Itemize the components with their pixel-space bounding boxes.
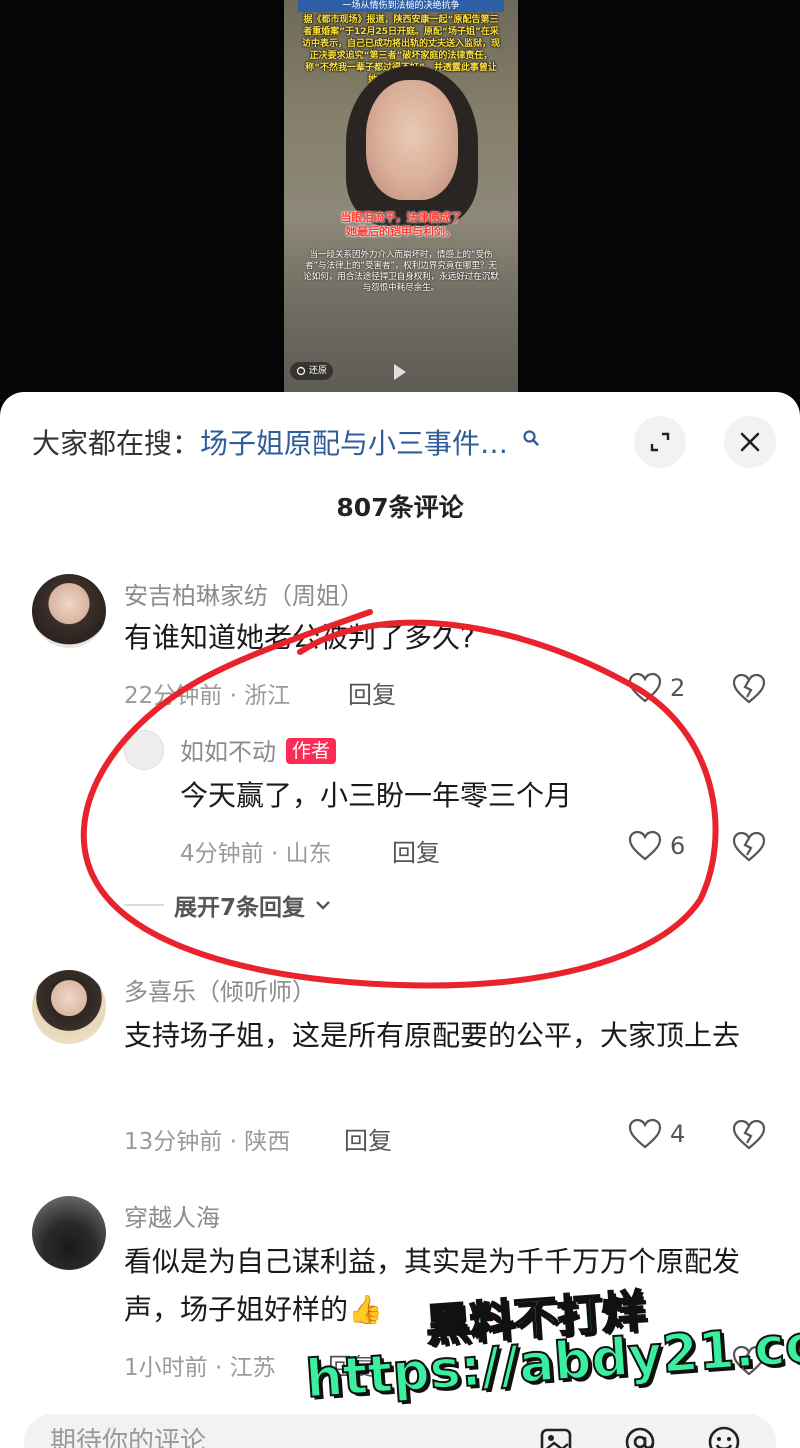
close-icon bbox=[740, 432, 760, 452]
search-suggestion-prefix: 大家都在搜： bbox=[32, 427, 201, 460]
comment-input[interactable] bbox=[50, 1424, 510, 1448]
like-count: 2 bbox=[670, 674, 686, 702]
broken-heart-icon[interactable] bbox=[732, 1118, 766, 1152]
comment-username[interactable]: 如如不动 作者 bbox=[180, 732, 337, 767]
comment-username[interactable]: 穿越人海 bbox=[124, 1198, 220, 1233]
broken-heart-icon[interactable] bbox=[732, 830, 766, 864]
like-button[interactable]: 4 bbox=[628, 1118, 685, 1150]
chevron-down-icon bbox=[316, 901, 330, 910]
reply-button[interactable]: 回复 bbox=[392, 833, 440, 868]
close-button[interactable] bbox=[724, 416, 776, 468]
expand-replies-button[interactable]: 展开7条回复 bbox=[124, 888, 331, 922]
reply-button[interactable]: 回复 bbox=[344, 1121, 392, 1156]
video-player[interactable]: 一场从情伤到法槌的决绝抗争 据《都市现场》报道，陕西安康一起“原配告第三者重婚案… bbox=[0, 0, 800, 400]
comment-meta: 13分钟前 · 陕西 bbox=[124, 1129, 291, 1155]
expand-button[interactable] bbox=[634, 416, 686, 468]
expand-icon bbox=[650, 432, 670, 452]
avatar[interactable] bbox=[32, 1196, 106, 1270]
comment-input-bar bbox=[24, 1414, 776, 1448]
video-description: 当一段关系因外力介入而崩坏时，情感上的“受伤者”与法律上的“受害者”，权利边界究… bbox=[303, 250, 499, 293]
video-slogan-line1: 当眼泪流干，法律便成了 bbox=[340, 211, 462, 224]
avatar[interactable] bbox=[32, 970, 106, 1044]
comment-meta: 4分钟前 · 山东 bbox=[180, 841, 332, 867]
comment-meta: 22分钟前 · 浙江 bbox=[124, 683, 291, 709]
like-count: 4 bbox=[670, 1120, 686, 1148]
like-count: 6 bbox=[670, 832, 686, 860]
comment-text: 有谁知道她老公被判了多久? bbox=[124, 621, 475, 654]
image-icon[interactable] bbox=[538, 1424, 574, 1448]
video-slogan: 当眼泪流干，法律便成了 她最后的铠甲与利剑。 bbox=[294, 211, 508, 239]
replay-button[interactable]: 还原 bbox=[290, 362, 334, 380]
replay-label: 还原 bbox=[309, 366, 328, 376]
expand-replies-label: 展开7条回复 bbox=[174, 895, 306, 921]
comment-username-text: 如如不动 bbox=[180, 738, 276, 766]
broken-heart-icon[interactable] bbox=[732, 672, 766, 706]
avatar[interactable] bbox=[124, 730, 164, 770]
emoji-icon[interactable] bbox=[706, 1424, 742, 1448]
comment-meta: 1小时前 · 江苏 bbox=[124, 1355, 276, 1381]
video-person-face bbox=[366, 80, 458, 200]
search-suggestion-query[interactable]: 场子姐原配与小三事件… bbox=[200, 422, 508, 462]
comment-username[interactable]: 多喜乐（倾听师） bbox=[124, 972, 316, 1007]
video-banner: 一场从情伤到法槌的决绝抗争 bbox=[298, 0, 504, 12]
like-button[interactable]: 6 bbox=[628, 830, 685, 862]
comment-count-title: 807条评论 bbox=[336, 493, 464, 522]
heart-icon bbox=[628, 1118, 662, 1149]
play-icon[interactable] bbox=[394, 364, 406, 380]
search-icon[interactable] bbox=[522, 429, 540, 447]
heart-icon bbox=[628, 672, 662, 703]
avatar[interactable] bbox=[32, 574, 106, 648]
heart-icon bbox=[628, 830, 662, 861]
at-icon[interactable] bbox=[622, 1424, 658, 1448]
author-badge: 作者 bbox=[286, 738, 337, 764]
search-suggestion[interactable]: 大家都在搜： 场子姐原配与小三事件… bbox=[32, 422, 540, 462]
like-button[interactable]: 2 bbox=[628, 672, 685, 704]
reply-button[interactable]: 回复 bbox=[348, 675, 396, 710]
comment-text: 今天赢了，小三盼一年零三个月 bbox=[180, 779, 573, 812]
comment-text: 支持场子姐，这是所有原配要的公平，大家顶上去 bbox=[124, 1019, 741, 1052]
replay-icon bbox=[296, 366, 306, 376]
comment-sheet: 大家都在搜： 场子姐原配与小三事件… 807条评论 安吉柏琳家纺（周姐） 有谁知… bbox=[0, 392, 800, 1448]
divider-line bbox=[124, 904, 164, 906]
comment-username[interactable]: 安吉柏琳家纺（周姐） bbox=[124, 576, 364, 611]
video-frame[interactable]: 一场从情伤到法槌的决绝抗争 据《都市现场》报道，陕西安康一起“原配告第三者重婚案… bbox=[284, 0, 518, 392]
video-slogan-line2: 她最后的铠甲与利剑。 bbox=[346, 225, 456, 238]
